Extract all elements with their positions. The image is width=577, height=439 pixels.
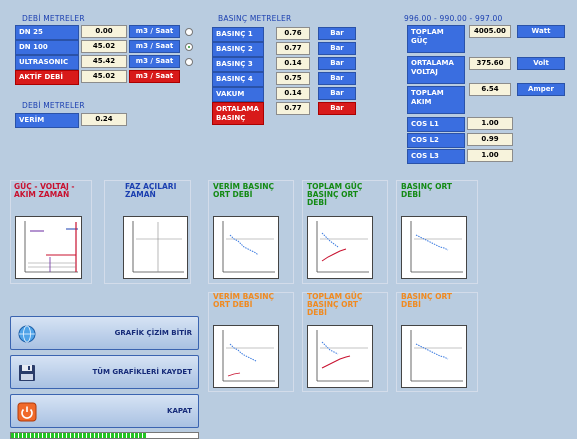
close-label: KAPAT: [167, 407, 192, 415]
progress-fill: [11, 433, 146, 438]
dn100-label: DN 100: [15, 40, 79, 55]
dn100-value: 45.02: [81, 40, 127, 53]
stop-plot-button[interactable]: GRAFİK ÇİZİM BİTİR: [10, 316, 199, 350]
chart-title-pressure: BASINÇ ORT DEBİ: [401, 182, 453, 199]
pressure2-label: BASINÇ 2: [212, 42, 264, 57]
pressure4-label: BASINÇ 4: [212, 72, 264, 87]
dn100-unit: m3 / Saat: [129, 40, 180, 53]
chart-power-voltage-current[interactable]: [15, 216, 82, 279]
ultrasonic-unit: m3 / Saat: [129, 55, 180, 68]
efficiency-title: DEBİ METRELER: [22, 101, 85, 110]
close-button[interactable]: KAPAT: [10, 394, 199, 428]
chart-title-efficiency-2: VERİM BASINÇ ORT DEBİ: [213, 292, 275, 309]
total-current-unit: Amper: [517, 83, 565, 96]
chart-title-phase-angles: FAZ AÇILARI ZAMAN: [125, 182, 177, 199]
efficiency-value: 0.24: [81, 113, 127, 126]
pressure2-value: 0.77: [276, 42, 310, 55]
avg-voltage-label: ORTALAMA VOLTAJ: [407, 56, 465, 84]
chart-pressure-2[interactable]: [401, 325, 467, 388]
ultrasonic-radio[interactable]: [185, 58, 193, 66]
globe-icon: [17, 324, 37, 344]
total-power-label: TOPLAM GÜÇ: [407, 25, 465, 53]
save-all-charts-label: TÜM GRAFİKLERİ KAYDET: [92, 368, 192, 376]
pressure3-unit: Bar: [318, 57, 356, 70]
avg-pressure-label: ORTALAMA BASINÇ: [212, 102, 264, 125]
total-current-label: TOPLAM AKIM: [407, 86, 465, 114]
pressure1-unit: Bar: [318, 27, 356, 40]
dn25-value: 0.00: [81, 25, 127, 38]
cos-l3-label: COS L3: [407, 149, 465, 164]
chart-efficiency-2[interactable]: [213, 325, 279, 388]
dn25-radio[interactable]: [185, 28, 193, 36]
pressure2-unit: Bar: [318, 42, 356, 55]
pressure3-label: BASINÇ 3: [212, 57, 264, 72]
pressure1-label: BASINÇ 1: [212, 27, 264, 42]
pressure3-value: 0.14: [276, 57, 310, 70]
ultrasonic-label: ULTRASONIC: [15, 55, 79, 70]
cos-l2-label: COS L2: [407, 133, 465, 148]
chart-phase-angles[interactable]: [123, 216, 188, 279]
ultrasonic-value: 45.42: [81, 55, 127, 68]
dn25-unit: m3 / Saat: [129, 25, 180, 38]
total-power-value: 4005.00: [469, 25, 511, 38]
active-flow-value: 45.02: [81, 70, 127, 83]
chart-title-total-power: TOPLAM GÜÇ BASINÇ ORT DEBİ: [307, 182, 363, 207]
power-icon: [17, 402, 37, 422]
avg-voltage-value: 375.60: [469, 57, 511, 70]
pressure4-unit: Bar: [318, 72, 356, 85]
flow-meters-title: DEBİ METRELER: [22, 14, 85, 23]
total-current-value: 6.54: [469, 83, 511, 96]
vacuum-unit: Bar: [318, 87, 356, 100]
chart-title-total-power-2: TOPLAM GÜÇ BASINÇ ORT DEBİ: [307, 292, 363, 317]
save-all-charts-button[interactable]: TÜM GRAFİKLERİ KAYDET: [10, 355, 199, 389]
avg-voltage-unit: Volt: [517, 57, 565, 70]
floppy-disk-icon: [17, 363, 37, 383]
chart-total-power[interactable]: [307, 216, 373, 279]
chart-total-power-2[interactable]: [307, 325, 373, 388]
cos-l3-value: 1.00: [467, 149, 513, 162]
dn100-radio[interactable]: [185, 43, 193, 51]
active-flow-label: AKTİF DEBİ: [15, 70, 79, 85]
cos-l1-value: 1.00: [467, 117, 513, 130]
efficiency-label: VERİM: [15, 113, 79, 128]
progress-bar: [10, 432, 199, 439]
power-title: 996.00 - 990.00 - 997.00: [404, 14, 503, 23]
chart-efficiency[interactable]: [213, 216, 279, 279]
pressure4-value: 0.75: [276, 72, 310, 85]
vacuum-value: 0.14: [276, 87, 310, 100]
active-flow-unit: m3 / Saat: [129, 70, 180, 83]
pressure1-value: 0.76: [276, 27, 310, 40]
total-power-unit: Watt: [517, 25, 565, 38]
dn25-label: DN 25: [15, 25, 79, 40]
pressure-meters-title: BASINÇ METRELER: [218, 14, 292, 23]
avg-pressure-unit: Bar: [318, 102, 356, 115]
avg-pressure-value: 0.77: [276, 102, 310, 115]
chart-pressure[interactable]: [401, 216, 467, 279]
stop-plot-label: GRAFİK ÇİZİM BİTİR: [114, 329, 192, 337]
chart-title-pressure-2: BASINÇ ORT DEBİ: [401, 292, 453, 309]
chart-title-power-voltage-current: GÜÇ - VOLTAJ - AKIM ZAMAN: [14, 182, 75, 199]
cos-l1-label: COS L1: [407, 117, 465, 132]
cos-l2-value: 0.99: [467, 133, 513, 146]
vacuum-label: VAKUM: [212, 87, 264, 102]
chart-title-efficiency: VERİM BASINÇ ORT DEBİ: [213, 182, 275, 199]
